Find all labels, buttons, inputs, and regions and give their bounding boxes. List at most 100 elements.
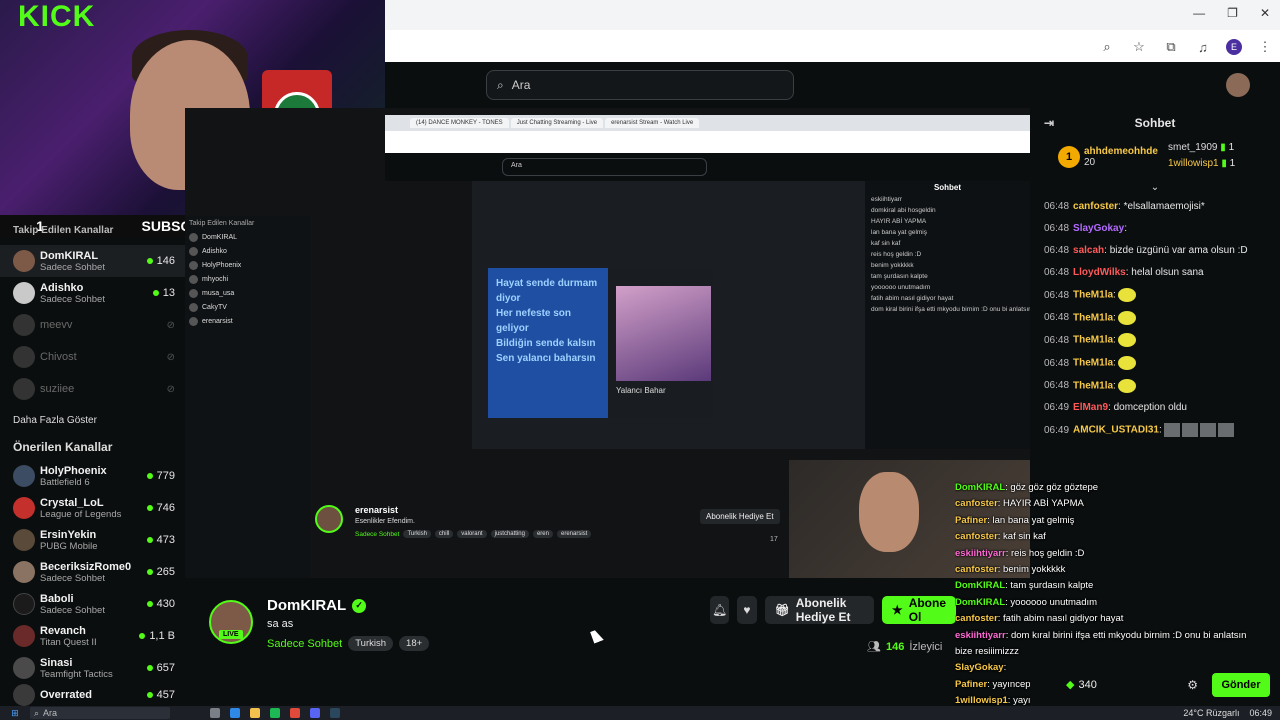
clock-label[interactable]: 06:49 (1249, 708, 1272, 718)
message-user[interactable]: TheM1la (1073, 312, 1113, 323)
maximize-button[interactable]: ❐ (1227, 6, 1238, 20)
explorer-icon[interactable] (250, 708, 260, 718)
sidebar-item-meevv[interactable]: meevv ⊘ (0, 309, 185, 341)
sidebar-item-baboli[interactable]: Baboli Sadece Sohbet 430 (0, 588, 185, 620)
collapse-chat-icon[interactable]: ⇥ (1044, 116, 1054, 130)
nested-chat-line: fatih abim nasıl gidiyor hayat (871, 295, 954, 302)
user-avatar[interactable] (1226, 73, 1250, 97)
message-user[interactable]: TheM1la (1073, 380, 1113, 391)
live-dot-icon (146, 473, 153, 479)
channel-avatar (13, 497, 35, 519)
top-gifters: 1 ahhdemeohhde 20 smet_1909 ▮ 1 1willowi… (1030, 138, 1280, 182)
message-user[interactable]: TheM1la (1073, 358, 1113, 369)
send-button[interactable]: Gönder (1212, 673, 1270, 697)
steam-icon[interactable] (330, 708, 340, 718)
sidebar-item-revanch[interactable]: Revanch Titan Quest II 1,1 B (0, 620, 185, 652)
message-text: : (1158, 424, 1162, 436)
top-gifter[interactable]: 1 ahhdemeohhde 20 (1058, 146, 1158, 168)
nested-address-bar (385, 131, 1030, 153)
tag-language[interactable]: Turkish (348, 636, 394, 651)
extensions-icon[interactable]: ⧉ (1162, 38, 1180, 56)
discord-icon[interactable] (310, 708, 320, 718)
nested-chat-line: HAYIR ABİ YAPMA (871, 218, 927, 225)
message-text: : (1113, 289, 1116, 301)
channel-name: BeceriksizRome0 (40, 560, 132, 573)
more-menu-icon[interactable]: ⋮ (1256, 38, 1274, 56)
gift-subscription-button[interactable]: 🎁︎ Abonelik Hediye Et (764, 596, 874, 624)
message-user[interactable]: LloydWilks (1073, 267, 1126, 278)
search-input[interactable]: ⌕ Ara (486, 70, 794, 100)
chat-settings-icon[interactable]: ⚙ (1187, 678, 1198, 692)
subscribe-button[interactable]: ★ Abone Ol (881, 596, 957, 624)
message-user[interactable]: salcah (1073, 245, 1104, 256)
sidebar-item-suziiee[interactable]: suziiee ⊘ (0, 373, 185, 405)
chat-header: ⇥ Sohbet (1030, 108, 1280, 138)
sidebar-item-sinasi[interactable]: Sinasi Teamfight Tactics 657 (0, 652, 185, 684)
channel-category: Titan Quest II (40, 636, 97, 648)
channel-points[interactable]: ◆ 340 (1066, 678, 1097, 692)
channel-avatar (13, 378, 35, 400)
windows-taskbar: ⊞ ⌕ Ara 24°C Rüzgarlı 06:49 (0, 706, 1280, 720)
chat-panel: ⇥ Sohbet 1 ahhdemeohhde 20 smet_1909 ▮ 1… (1030, 108, 1280, 706)
message-time: 06:48 (1044, 267, 1070, 278)
sidebar-item-holyphoenix[interactable]: HolyPhoenix Battlefield 6 779 (0, 460, 185, 492)
chevron-down-icon[interactable]: ⌄ (1030, 182, 1280, 196)
category-link[interactable]: Sadece Sohbet (267, 638, 342, 650)
nested-tab: Just Chatting Streaming - Live (510, 118, 604, 128)
overlay-chat-user: eskiihtiyarr (955, 629, 1006, 641)
bookmark-star-icon[interactable]: ☆ (1130, 38, 1148, 56)
message-user[interactable]: AMCIK_USTADI31 (1073, 425, 1159, 436)
sidebar-item-crystal-lol[interactable]: Crystal_LoL League of Legends 746 (0, 492, 185, 524)
gifter-row[interactable]: smet_1909 ▮ 1 (1168, 142, 1234, 153)
edge-icon[interactable] (230, 708, 240, 718)
spotify-icon[interactable] (270, 708, 280, 718)
message-time: 06:48 (1044, 380, 1070, 392)
message-user[interactable]: TheM1la (1073, 335, 1113, 346)
sidebar-item-overrated[interactable]: Overrated 457 (0, 684, 185, 706)
nested-sidebar-item: Adishko (185, 244, 310, 258)
emote-icon (1117, 310, 1136, 325)
sidebar-item-ersinyekin[interactable]: ErsinYekin PUBG Mobile 473 (0, 524, 185, 556)
tag-mature[interactable]: 18+ (399, 636, 430, 651)
sidebar-item-chivost[interactable]: Chivost ⊘ (0, 341, 185, 373)
show-more-link[interactable]: Daha Fazla Göster (0, 405, 185, 436)
weather-label[interactable]: 24°C Rüzgarlı (1183, 708, 1239, 718)
chat-title: Sohbet (1134, 116, 1176, 130)
message-user[interactable]: ElMan9 (1073, 402, 1108, 413)
zoom-icon[interactable]: ⌕ (1098, 38, 1116, 56)
channel-category: PUBG Mobile (40, 540, 98, 552)
taskbar-search[interactable]: ⌕ Ara (30, 707, 170, 719)
nested-chat-line: domkiral abi hosgeldin (871, 207, 936, 214)
streamer-name[interactable]: DomKIRAL ✓ (267, 597, 367, 614)
message-time: 06:48 (1044, 289, 1070, 301)
live-dot-icon (146, 692, 153, 698)
overlay-chat-user: DomKIRAL (955, 596, 1006, 608)
channel-category: Sadece Sohbet (40, 572, 105, 584)
message-user[interactable]: TheM1la (1073, 290, 1113, 301)
message-text: : *elsallamaemojisi* (1118, 201, 1205, 212)
gifter-row[interactable]: 1willowisp1 ▮ 1 (1168, 158, 1235, 169)
nested-sidebar-item: mhyochi (185, 272, 310, 286)
message-user[interactable]: SlayGokay (1073, 223, 1124, 234)
viewer-count: 13 (152, 287, 175, 299)
live-dot-icon (152, 290, 159, 296)
media-control-icon[interactable]: ♫ (1194, 38, 1212, 56)
notification-bell-button[interactable]: 🔔︎ (710, 596, 730, 624)
stream-video-player[interactable]: (14) DANCE MONKEY - TONES Just Chatting … (185, 108, 1030, 578)
window-controls: — ❐ ✕ (1193, 6, 1270, 20)
windows-start-icon[interactable]: ⊞ (0, 708, 30, 719)
task-view-icon[interactable] (210, 708, 220, 718)
channel-avatar (13, 282, 35, 304)
nested-viewer-count: 17 (770, 536, 778, 543)
close-button[interactable]: ✕ (1260, 6, 1270, 20)
sidebar-item-domkiral[interactable]: DomKIRAL Sadece Sohbet 146 (0, 245, 185, 277)
chrome-icon[interactable] (290, 708, 300, 718)
sidebar-item-beceriksizrome0[interactable]: BeceriksizRome0 Sadece Sohbet 265 (0, 556, 185, 588)
follow-heart-button[interactable]: ♥ (737, 596, 757, 624)
minimize-button[interactable]: — (1193, 6, 1205, 20)
sidebar-item-adishko[interactable]: Adishko Sadece Sohbet 13 (0, 277, 185, 309)
message-user[interactable]: canfoster (1073, 201, 1118, 212)
profile-avatar[interactable]: E (1226, 39, 1242, 55)
chat-message: 06:48 TheM1la: (1044, 284, 1270, 307)
star-icon: ★ (891, 603, 903, 617)
